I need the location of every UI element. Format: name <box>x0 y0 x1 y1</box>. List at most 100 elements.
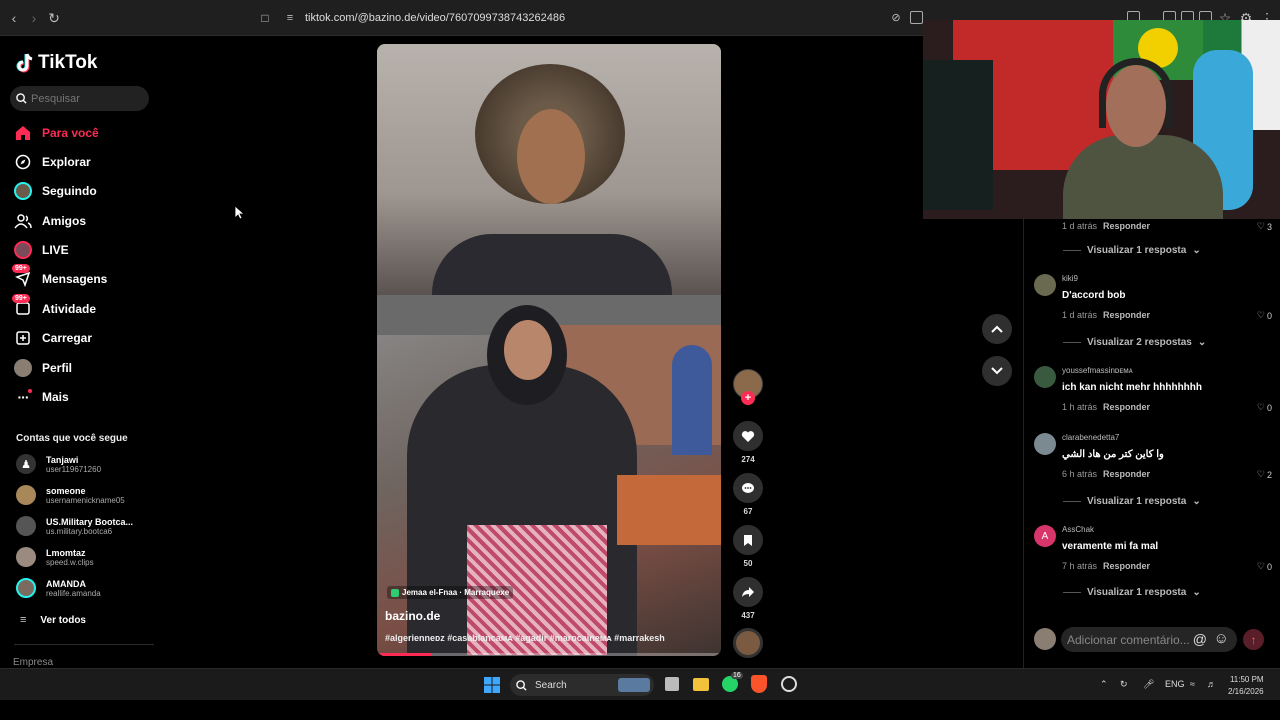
view-replies-button[interactable]: Visualizar 1 resposta ⌄ <box>1063 245 1201 256</box>
comment-text: وا كاين كتر من هاد الشي <box>1062 449 1164 460</box>
share-button[interactable]: 437 <box>733 577 763 620</box>
account-name: US.Military Bootca... <box>46 516 134 527</box>
comment-like-button[interactable]: ♡ 2 <box>1257 469 1272 480</box>
volume-icon[interactable]: ♬ <box>1207 679 1216 689</box>
nav-for-you[interactable]: Para você <box>14 121 99 145</box>
no-camera-icon[interactable]: ⊘ <box>888 10 904 26</box>
avatar <box>16 547 36 567</box>
comment-input-placeholder: Adicionar comentário... <box>1067 632 1190 647</box>
avatar[interactable] <box>1034 274 1056 296</box>
next-video-button[interactable] <box>982 356 1012 386</box>
nav-messages[interactable]: 99+ Mensagens <box>12 264 107 291</box>
video-progress-fill <box>377 653 433 656</box>
tiktok-logo[interactable]: TikTok <box>16 52 97 74</box>
comment-text: D'accord bob <box>1062 290 1126 301</box>
following-avatar-icon <box>14 182 32 200</box>
reply-button[interactable]: Responder <box>1103 221 1150 231</box>
bookmark-icon[interactable]: □ <box>257 10 273 26</box>
reply-button[interactable]: Responder <box>1103 310 1150 320</box>
windows-start-icon[interactable] <box>484 677 500 693</box>
task-view-icon[interactable] <box>665 677 679 691</box>
reload-icon[interactable]: ↻ <box>46 10 62 26</box>
nav-more[interactable]: ··· Mais <box>14 385 69 409</box>
file-explorer-icon[interactable] <box>693 678 709 691</box>
comment-username[interactable]: kiki9 <box>1062 274 1078 283</box>
comment-like-button[interactable]: ♡ 0 <box>1257 310 1272 321</box>
see-all-link[interactable]: ≡ Ver todos <box>16 614 86 626</box>
music-disc-button[interactable] <box>733 628 763 658</box>
video-player[interactable]: Jemaa el-Fnaa · Marraquexe bazino.de #al… <box>377 44 721 656</box>
back-icon[interactable]: ‹ <box>6 10 22 26</box>
language-indicator[interactable]: ENG <box>1165 679 1185 689</box>
mention-icon[interactable]: @ <box>1193 631 1207 647</box>
system-clock[interactable]: 11:50 PM 2/16/2026 <box>1228 674 1264 698</box>
video-progress-bar[interactable] <box>377 653 721 656</box>
cast-icon[interactable] <box>910 11 923 24</box>
sync-icon[interactable]: ↻ <box>1120 679 1128 690</box>
avatar[interactable]: A <box>1034 525 1056 547</box>
comment-username[interactable]: youssefmassinᴅᴇᴍᴀ <box>1062 366 1133 375</box>
comment-like-button[interactable]: ♡ 0 <box>1257 561 1272 572</box>
video-hashtags[interactable]: #algerienneᴅᴢ #casablancaᴍᴀ #agadir #mar… <box>385 633 665 643</box>
video-author[interactable]: bazino.de <box>385 609 440 623</box>
comment-meta: 7 h atrás Responder <box>1062 561 1150 571</box>
comment-like-button[interactable]: ♡ 3 <box>1257 221 1272 232</box>
account-name: Lmomtaz <box>46 547 86 558</box>
following-account[interactable]: US.Military Bootca... us.military.bootca6 <box>16 516 133 536</box>
follow-plus-icon[interactable]: + <box>741 391 755 405</box>
obs-icon[interactable] <box>781 676 797 692</box>
chevron-up-icon[interactable]: ⌃ <box>1100 679 1108 690</box>
reply-button[interactable]: Responder <box>1103 561 1150 571</box>
view-replies-button[interactable]: Visualizar 1 resposta ⌄ <box>1063 496 1201 507</box>
chevron-up-icon <box>991 325 1003 333</box>
taskbar-search[interactable]: Search <box>510 674 654 696</box>
nav-explore[interactable]: Explorar <box>14 150 91 174</box>
save-button[interactable]: 50 <box>733 525 763 568</box>
search-input[interactable] <box>31 92 141 105</box>
following-account[interactable]: Lmomtaz speed.w.clips <box>16 547 94 567</box>
comment-button[interactable]: 67 <box>733 473 763 516</box>
search-icon <box>516 679 527 691</box>
avatar[interactable] <box>1034 366 1056 388</box>
comment-like-count: 2 <box>1266 469 1272 480</box>
comment-username[interactable]: clarabenedetta7 <box>1062 433 1119 442</box>
emoji-icon[interactable]: ☺ <box>1214 630 1229 647</box>
nav-upload[interactable]: Carregar <box>14 326 92 350</box>
wifi-icon[interactable]: ≈ <box>1190 679 1195 689</box>
nav-following[interactable]: Seguindo <box>14 179 97 203</box>
microphone-icon[interactable]: 🎤︎ <box>1143 679 1154 690</box>
nav-activity[interactable]: 99+ Atividade <box>12 294 96 321</box>
comment-time: 1 d atrás <box>1062 221 1098 231</box>
reply-button[interactable]: Responder <box>1103 402 1150 412</box>
logo-text: TikTok <box>38 52 98 73</box>
previous-video-button[interactable] <box>982 314 1012 344</box>
reply-button[interactable]: Responder <box>1103 469 1150 479</box>
nav-label: Para você <box>42 126 99 140</box>
forward-icon[interactable]: › <box>26 10 42 26</box>
following-account[interactable]: AMANDA reallife.amanda <box>16 578 101 598</box>
view-replies-button[interactable]: Visualizar 2 respostas ⌄ <box>1063 337 1206 348</box>
nav-profile[interactable]: Perfil <box>14 356 72 380</box>
location-tag[interactable]: Jemaa el-Fnaa · Marraquexe <box>387 586 514 599</box>
footer-company-link[interactable]: Empresa <box>13 657 53 668</box>
avatar[interactable] <box>1034 433 1056 455</box>
site-settings-icon[interactable]: ≡ <box>282 10 298 26</box>
arrow-up-icon: ↑ <box>1250 632 1257 647</box>
nav-friends[interactable]: Amigos <box>14 209 86 233</box>
like-button[interactable]: 274 <box>733 421 763 464</box>
comment-item: A AssChak veramente mi fa mal 7 h atrás R… <box>1034 525 1272 575</box>
nav-live[interactable]: LIVE <box>14 238 69 262</box>
comment-like-button[interactable]: ♡ 0 <box>1257 402 1272 413</box>
view-replies-button[interactable]: Visualizar 1 resposta ⌄ <box>1063 587 1201 598</box>
address-bar[interactable]: tiktok.com/@bazino.de/video/760709973874… <box>305 12 565 24</box>
following-account[interactable]: ♟ Tanjawi user119671260 <box>16 454 101 474</box>
comment-input[interactable]: Adicionar comentário... @ ☺ <box>1061 627 1237 652</box>
following-account[interactable]: someone usernamenickname05 <box>16 485 125 505</box>
brave-browser-icon[interactable] <box>751 675 767 693</box>
comment-username[interactable]: AssChak <box>1062 525 1094 534</box>
send-comment-button[interactable]: ↑ <box>1243 629 1264 650</box>
search-box[interactable] <box>10 86 149 111</box>
view-replies-label: Visualizar 1 resposta <box>1087 245 1187 256</box>
creator-avatar-button[interactable]: + <box>733 369 763 405</box>
my-avatar <box>1034 628 1056 650</box>
